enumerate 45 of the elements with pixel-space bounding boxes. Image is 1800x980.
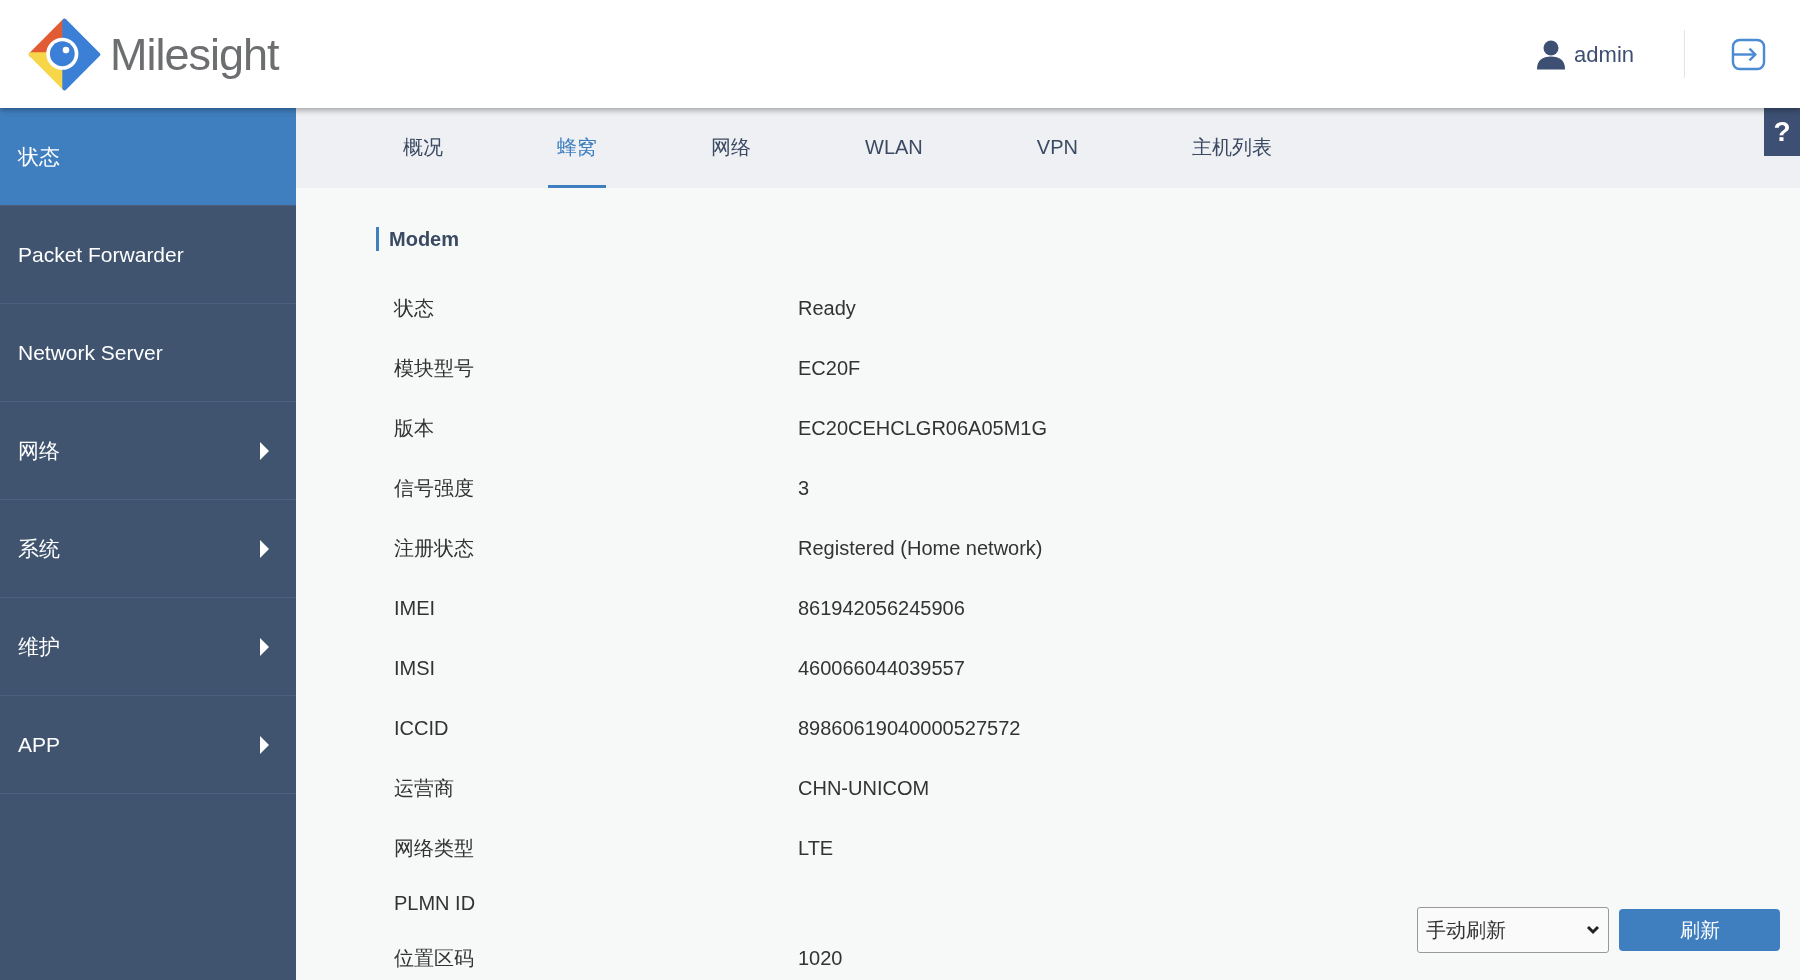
- field-label: 信号强度: [393, 476, 475, 501]
- tab[interactable]: WLAN: [856, 108, 932, 188]
- tab[interactable]: VPN: [1027, 108, 1087, 188]
- user-icon: [1536, 38, 1567, 70]
- field-label: 位置区码: [393, 946, 475, 971]
- field-label: 注册状态: [393, 536, 475, 561]
- help-button[interactable]: ?: [1764, 108, 1800, 156]
- field-value: Ready: [798, 296, 856, 321]
- tab[interactable]: 网络: [702, 108, 760, 188]
- field-value: LTE: [798, 836, 834, 861]
- field-value: 861942056245906: [798, 596, 965, 621]
- logo-icon: [28, 17, 101, 91]
- field-label: 版本: [393, 416, 435, 441]
- field-value: EC20CEHCLGR06A05M1G: [798, 416, 1047, 441]
- refresh-mode-select[interactable]: 手动刷新: [1417, 907, 1609, 953]
- field-value: CHN-UNICOM: [798, 776, 930, 801]
- caret-icon: [260, 735, 269, 754]
- field-label: 状态: [393, 296, 435, 321]
- logout-button[interactable]: [1731, 37, 1766, 71]
- caret-icon: [260, 539, 269, 558]
- chevron-down-icon: [1586, 925, 1600, 935]
- tab[interactable]: 蜂窝: [548, 108, 606, 188]
- username-label: admin: [1574, 40, 1634, 69]
- field-value: 89860619040000527572: [798, 716, 1021, 741]
- field-label: IMSI: [393, 656, 437, 681]
- field-value: 3: [798, 476, 810, 501]
- logout-icon: [1731, 37, 1766, 71]
- field-label: PLMN ID: [393, 891, 477, 916]
- refresh-button[interactable]: 刷新: [1619, 909, 1780, 951]
- field-label: IMEI: [393, 596, 437, 621]
- section-title: Modem: [376, 227, 1800, 251]
- field-value: 460066044039557: [798, 656, 965, 681]
- field-value: Registered (Home network): [798, 536, 1043, 561]
- caret-icon: [260, 441, 269, 460]
- field-label: 运营商: [393, 776, 455, 801]
- field-label: 网络类型: [393, 836, 475, 861]
- caret-icon: [260, 637, 269, 656]
- field-value: EC20F: [798, 356, 861, 381]
- sidebar-item[interactable]: 状态: [0, 108, 296, 206]
- tab[interactable]: 主机列表: [1182, 108, 1281, 188]
- tab[interactable]: 概况: [394, 108, 452, 188]
- field-label: ICCID: [393, 716, 450, 741]
- field-value: 1020: [798, 946, 843, 971]
- logo-text: Milesight: [110, 31, 279, 77]
- field-label: 模块型号: [393, 356, 475, 381]
